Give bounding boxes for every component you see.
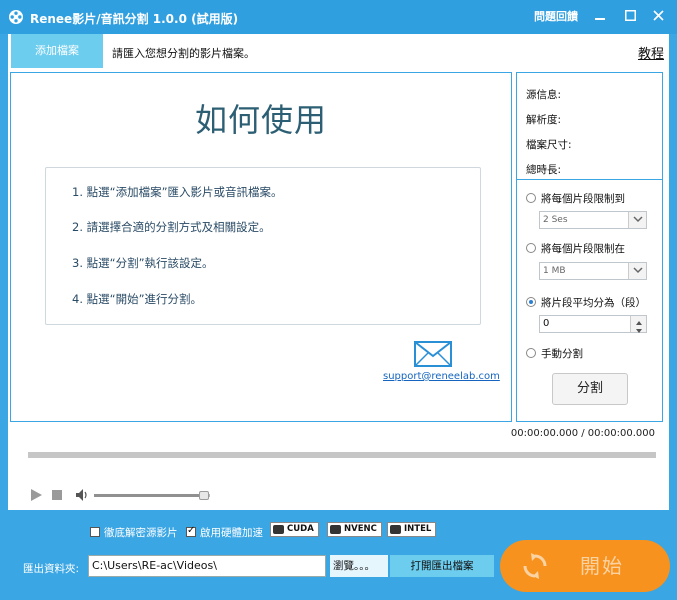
cuda-badge: CUDA bbox=[270, 522, 319, 537]
play-icon[interactable] bbox=[30, 489, 42, 501]
option-manual[interactable]: 手動分割 bbox=[526, 346, 583, 361]
step-2: 2. 請選擇合適的分割方式及相關設定。 bbox=[72, 220, 271, 234]
limit-time-value: 2 Ses bbox=[543, 215, 568, 225]
hwaccel-option[interactable]: 啟用硬體加速 bbox=[186, 525, 263, 540]
add-file-button[interactable]: 添加檔案 bbox=[11, 34, 103, 68]
step-3: 3. 點選“分割”執行該設定。 bbox=[72, 256, 214, 270]
start-button[interactable]: 開始 bbox=[500, 540, 670, 592]
option-limit-time[interactable]: 將每個片段限制到 bbox=[526, 191, 625, 206]
hwaccel-label: 啟用硬體加速 bbox=[200, 527, 263, 539]
spin-down-icon[interactable] bbox=[631, 324, 646, 333]
hwaccel-checkbox[interactable] bbox=[186, 525, 196, 537]
option-average[interactable]: 將片段平均分為（段） bbox=[526, 295, 646, 310]
spin-up-icon[interactable] bbox=[631, 316, 646, 325]
split-options-panel: 源信息: 解析度: 檔案尺寸: 總時長: 將每個片段限制到 2 Ses 將每個片… bbox=[516, 72, 663, 422]
radio-average[interactable] bbox=[526, 297, 536, 307]
spinner-buttons bbox=[630, 316, 646, 333]
decrypt-label: 徹底解密源影片 bbox=[104, 527, 178, 539]
decrypt-option[interactable]: 徹底解密源影片 bbox=[90, 525, 178, 540]
import-hint: 請匯入您想分割的影片檔案。 bbox=[112, 47, 255, 60]
app-title: Renee影片/音訊分割 1.0.0 (試用版) bbox=[30, 12, 239, 26]
nvenc-badge: NVENC bbox=[327, 522, 382, 537]
split-button[interactable]: 分割 bbox=[552, 373, 628, 405]
step-1: 1. 點選“添加檔案”匯入影片或音訊檔案。 bbox=[72, 185, 283, 199]
time-readout: 00:00:00.000 / 00:00:00.000 bbox=[510, 428, 655, 439]
option-average-label: 將片段平均分為（段） bbox=[541, 297, 646, 309]
tutorial-link[interactable]: 教程 bbox=[638, 43, 664, 62]
film-reel-icon bbox=[9, 10, 23, 24]
source-info-label: 源信息: bbox=[526, 89, 562, 101]
option-limit-size[interactable]: 將每個片段限制在 bbox=[526, 241, 625, 256]
open-output-button[interactable]: 打開匯出檔案 bbox=[390, 555, 494, 577]
average-segments-value: 0 bbox=[543, 318, 550, 329]
limit-time-select[interactable]: 2 Ses bbox=[539, 211, 647, 229]
limit-size-select[interactable]: 1 MB bbox=[539, 262, 647, 280]
playback-progress-bar[interactable] bbox=[28, 452, 656, 458]
browse-button[interactable]: 瀏覽。。。 bbox=[330, 555, 388, 577]
volume-icon[interactable] bbox=[76, 489, 90, 501]
divider bbox=[517, 179, 662, 180]
start-label: 開始 bbox=[580, 554, 624, 578]
bottom-bar: 徹底解密源影片 啟用硬體加速 CUDA NVENC INTEL 匯出資料夾: C… bbox=[0, 510, 677, 600]
volume-fill bbox=[94, 494, 205, 497]
maximize-icon[interactable] bbox=[620, 8, 640, 26]
radio-manual[interactable] bbox=[526, 348, 536, 358]
output-path-input[interactable]: C:\Users\RE-ac\Videos\ bbox=[88, 555, 326, 577]
output-folder-label: 匯出資料夾: bbox=[23, 563, 80, 575]
feedback-link[interactable]: 問題回饋 bbox=[530, 8, 582, 26]
chevron-down-icon[interactable] bbox=[628, 263, 646, 279]
mail-icon[interactable] bbox=[414, 341, 452, 367]
refresh-icon bbox=[523, 553, 547, 579]
file-size-label: 檔案尺寸: bbox=[526, 139, 572, 151]
average-segments-input[interactable]: 0 bbox=[539, 315, 647, 333]
how-to-title: 如何使用 bbox=[194, 101, 327, 139]
how-to-panel: 如何使用 1. 點選“添加檔案”匯入影片或音訊檔案。 2. 請選擇合適的分割方式… bbox=[10, 72, 512, 422]
duration-label: 總時長: bbox=[526, 164, 562, 176]
close-icon[interactable] bbox=[648, 8, 668, 26]
chevron-down-icon[interactable] bbox=[628, 212, 646, 228]
intel-badge: INTEL bbox=[387, 522, 437, 537]
title-bar: Renee影片/音訊分割 1.0.0 (試用版) 問題回饋 bbox=[0, 0, 677, 34]
radio-limit-time[interactable] bbox=[526, 193, 536, 203]
steps-box: 1. 點選“添加檔案”匯入影片或音訊檔案。 2. 請選擇合適的分割方式及相關設定… bbox=[45, 167, 481, 325]
minimize-icon[interactable] bbox=[590, 8, 610, 26]
player-area: 00:00:00.000 / 00:00:00.000 bbox=[8, 426, 669, 510]
option-limit-size-label: 將每個片段限制在 bbox=[541, 243, 625, 255]
decrypt-checkbox[interactable] bbox=[90, 527, 100, 537]
radio-limit-size[interactable] bbox=[526, 243, 536, 253]
step-4: 4. 點選“開始”進行分割。 bbox=[72, 292, 203, 306]
option-limit-time-label: 將每個片段限制到 bbox=[541, 193, 625, 205]
toolbar: 添加檔案 請匯入您想分割的影片檔案。 教程 bbox=[8, 34, 669, 68]
resolution-label: 解析度: bbox=[526, 114, 562, 126]
volume-knob[interactable] bbox=[199, 491, 210, 500]
content-area: 如何使用 1. 點選“添加檔案”匯入影片或音訊檔案。 2. 請選擇合適的分割方式… bbox=[8, 68, 669, 426]
volume-slider[interactable] bbox=[94, 491, 210, 500]
limit-size-value: 1 MB bbox=[543, 266, 566, 276]
support-email-link[interactable]: support@reneelab.com bbox=[383, 371, 500, 382]
stop-icon[interactable] bbox=[52, 490, 62, 500]
option-manual-label: 手動分割 bbox=[541, 348, 583, 360]
